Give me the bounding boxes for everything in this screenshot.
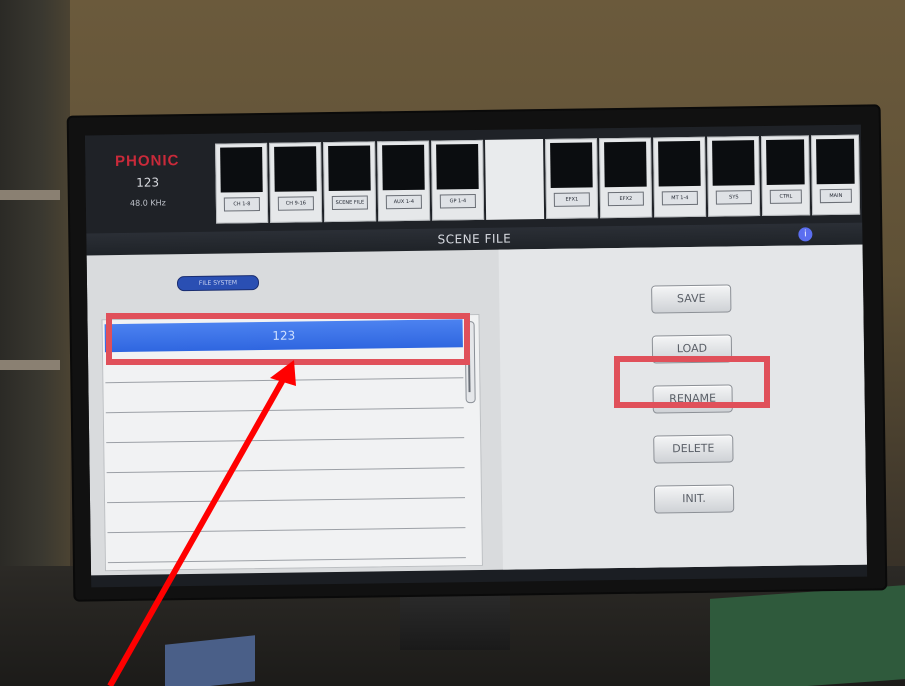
- info-icon[interactable]: i: [798, 227, 813, 242]
- tile-efx2[interactable]: EFX2: [599, 137, 653, 219]
- blue-pad: [165, 635, 255, 686]
- annotation-box-selected-file: [106, 313, 470, 365]
- tile-preview: [550, 142, 593, 188]
- save-button[interactable]: SAVE: [651, 284, 732, 314]
- file-row[interactable]: [105, 379, 464, 414]
- tile-label: GP 1-4: [439, 194, 476, 209]
- tile-ctrl[interactable]: CTRL: [760, 135, 811, 217]
- top-bar: PHONIC 123 48.0 KHz CH 1-8 CH 9-16 SCENE…: [84, 124, 863, 234]
- tile-ch9-16[interactable]: CH 9-16: [269, 142, 323, 223]
- tile-aux1-4[interactable]: AUX 1-4: [377, 140, 431, 222]
- file-row[interactable]: [107, 529, 466, 564]
- tile-preview: [712, 140, 755, 186]
- tile-main[interactable]: MAIN: [810, 134, 861, 216]
- sample-rate: 48.0 KHz: [129, 198, 166, 208]
- tile-gp1-4[interactable]: GP 1-4: [431, 139, 485, 221]
- file-row[interactable]: [107, 499, 466, 534]
- tile-label: EFX1: [553, 192, 590, 207]
- blank-tile: [485, 139, 545, 220]
- tile-label: SCENE FILE: [331, 195, 368, 211]
- page-title: SCENE FILE: [437, 231, 512, 247]
- file-row[interactable]: [106, 439, 465, 474]
- tile-preview: [658, 140, 701, 187]
- tile-preview: [766, 139, 805, 185]
- shelf: [0, 360, 60, 370]
- file-row[interactable]: [105, 409, 465, 444]
- tile-label: CTRL: [769, 189, 802, 204]
- photo-background: PHONIC 123 48.0 KHz CH 1-8 CH 9-16 SCENE…: [0, 0, 905, 686]
- delete-button[interactable]: DELETE: [653, 434, 734, 464]
- shelf: [0, 190, 60, 200]
- monitor-stand: [400, 590, 510, 650]
- tile-label: SYS: [715, 190, 752, 205]
- scene-file-content: SAVE LOAD RENAME DELETE INIT. FILE SYSTE…: [86, 244, 867, 576]
- tile-label: MT 1-4: [661, 190, 698, 206]
- file-row[interactable]: [106, 469, 466, 504]
- tile-label: CH 1-8: [223, 197, 260, 212]
- brand-logo: PHONIC: [115, 152, 180, 171]
- tile-label: MAIN: [819, 188, 852, 204]
- current-scene-number: 123: [136, 175, 160, 190]
- tile-label: EFX2: [607, 191, 644, 207]
- tile-sys[interactable]: SYS: [707, 136, 761, 217]
- tile-efx1[interactable]: EFX1: [545, 138, 599, 220]
- annotation-box-load-button: [614, 356, 770, 408]
- tile-ch1-8[interactable]: CH 1-8: [215, 142, 269, 224]
- tile-preview: [816, 138, 855, 185]
- tile-preview: [220, 146, 263, 193]
- tile-scene-file[interactable]: SCENE FILE: [323, 141, 377, 223]
- tile-mt1-4[interactable]: MT 1-4: [653, 136, 707, 218]
- file-system-button[interactable]: FILE SYSTEM: [176, 275, 260, 292]
- init-button[interactable]: INIT.: [653, 484, 735, 514]
- brand-block: PHONIC 123 48.0 KHz: [97, 152, 198, 208]
- green-paper: [710, 585, 905, 686]
- tile-preview: [382, 144, 425, 191]
- tile-label: AUX 1-4: [385, 194, 422, 210]
- tile-preview: [328, 145, 371, 192]
- tile-preview: [436, 143, 479, 190]
- tile-preview: [274, 146, 317, 192]
- tile-label: CH 9-16: [277, 196, 314, 211]
- tile-preview: [604, 141, 647, 188]
